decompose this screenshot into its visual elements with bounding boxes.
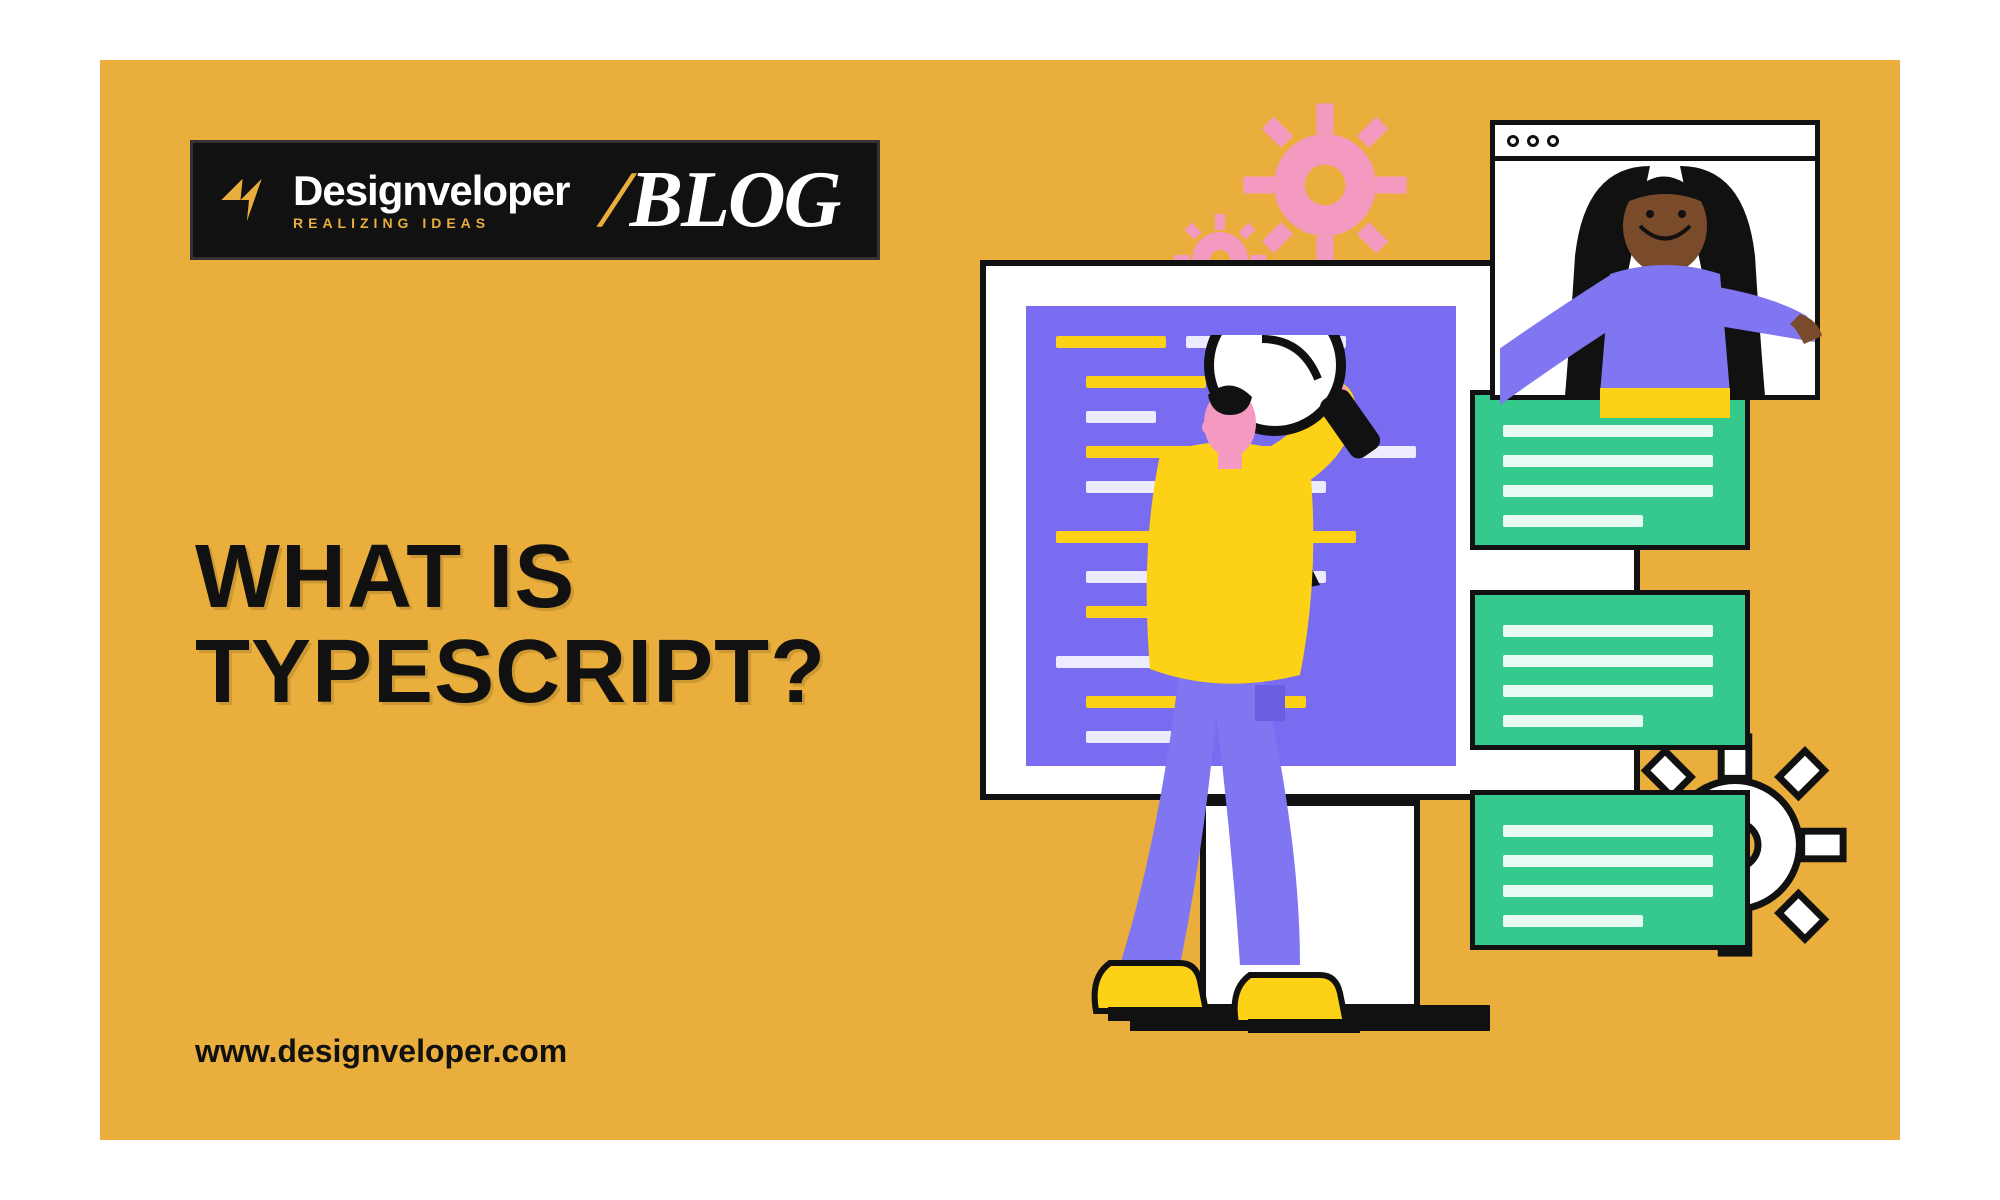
post-title: WHAT IS TYPESCRIPT? [195,530,826,719]
site-url: www.designveloper.com [195,1033,567,1070]
note-card [1470,590,1750,750]
blog-label: /BLOG [605,155,839,246]
person-pointing-illustration [1500,156,1830,456]
hero-illustration [900,100,1870,1080]
window-dot-icon [1527,135,1539,147]
window-dot-icon [1547,135,1559,147]
brand-text: Designveloper REALIZING IDEAS [293,170,569,230]
blog-hero-graphic: Designveloper REALIZING IDEAS /BLOG WHAT… [100,60,1900,1140]
person-magnifier-illustration [1040,335,1420,1055]
brand-tagline: REALIZING IDEAS [293,216,569,230]
brand-badge: Designveloper REALIZING IDEAS /BLOG [190,140,880,260]
window-dot-icon [1507,135,1519,147]
note-card [1470,790,1750,950]
brand-logo-icon [215,166,283,234]
brand-name: Designveloper [293,170,569,212]
